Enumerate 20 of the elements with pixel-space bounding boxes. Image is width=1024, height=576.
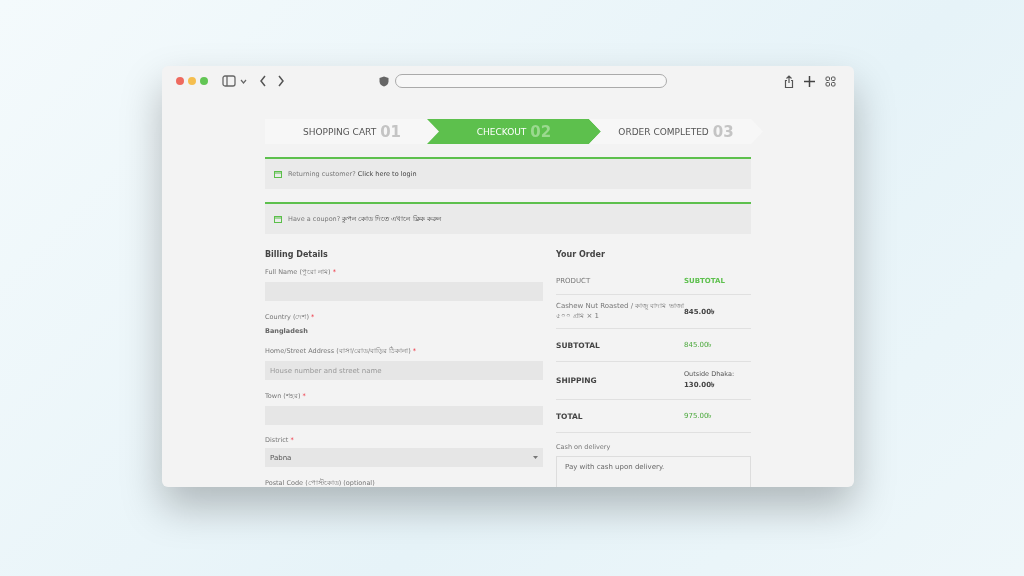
step-label: SHOPPING CART <box>302 126 377 137</box>
window-icon[interactable] <box>274 215 282 223</box>
shield-icon[interactable] <box>379 75 389 87</box>
section-title: Billing Details <box>265 250 329 259</box>
plus-icon[interactable] <box>804 75 815 87</box>
tabs-grid-icon[interactable] <box>825 75 836 87</box>
section-title: Your Order <box>556 250 606 259</box>
sidebar-icon[interactable] <box>222 75 236 87</box>
share-icon[interactable] <box>784 74 794 88</box>
address-bar[interactable] <box>395 74 667 88</box>
forward-icon[interactable] <box>277 75 285 87</box>
step-label: ORDER COMPLETED <box>618 126 709 137</box>
step-label: CHECKOUT <box>476 126 527 137</box>
chevron-down-icon[interactable] <box>240 78 247 84</box>
window-close-button[interactable] <box>176 77 184 85</box>
window-icon[interactable] <box>274 170 282 178</box>
dropdown-arrow-icon[interactable] <box>533 456 538 459</box>
back-icon[interactable] <box>259 75 267 87</box>
window-zoom-button[interactable] <box>200 77 208 85</box>
step-number: 02 <box>530 122 552 141</box>
